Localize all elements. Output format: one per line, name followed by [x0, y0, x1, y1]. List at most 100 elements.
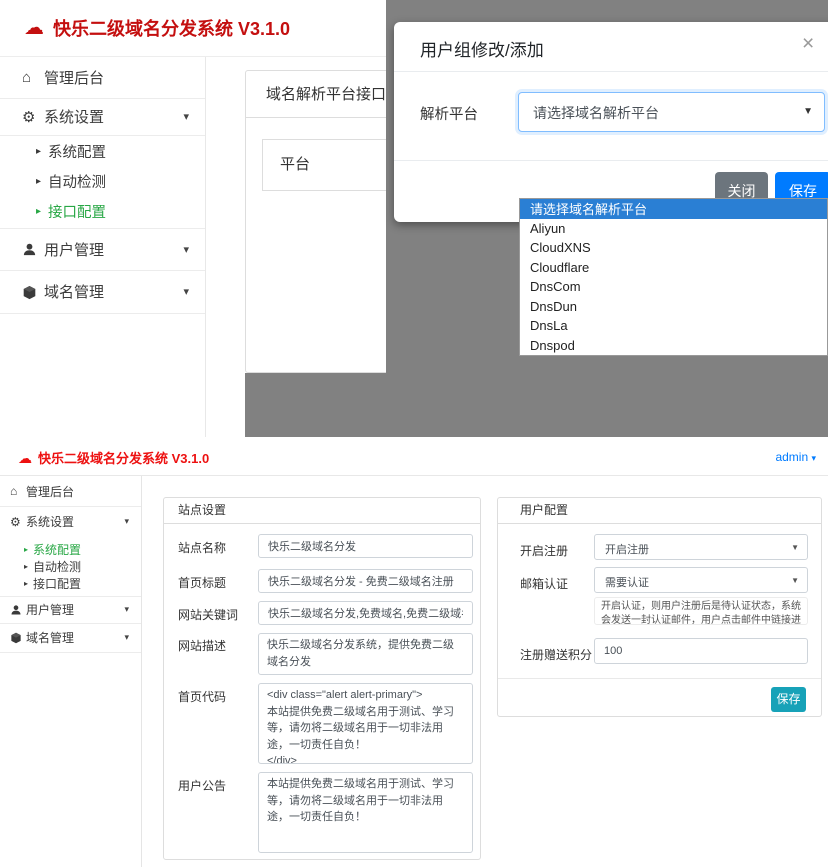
modal-title: 用户组修改/添加: [420, 36, 544, 61]
chevron-down-icon: ▾: [183, 285, 189, 298]
dropdown-option[interactable]: Aliyun: [520, 219, 827, 239]
field-label-email-auth: 邮箱认证: [520, 575, 568, 592]
modal-backdrop: [245, 373, 828, 437]
platform-dropdown-list: 请选择域名解析平台 Aliyun CloudXNS Cloudflare Dns…: [519, 198, 828, 356]
sidebar-item-label: 管理后台: [44, 67, 104, 88]
triangle-right-icon: ▸: [36, 146, 41, 157]
triangle-right-icon: ▸: [36, 176, 41, 187]
divider: [0, 313, 205, 314]
dropdown-option[interactable]: CloudXNS: [520, 238, 827, 258]
dropdown-option[interactable]: Dnspod: [520, 336, 827, 356]
divider: [0, 652, 141, 653]
sidebar-item-label: 用户管理: [44, 239, 104, 260]
cloud-icon: ☁: [24, 18, 44, 38]
gear-icon: ⚙: [10, 515, 26, 529]
app-title: 快乐二级域名分发系统 V3.1.0: [53, 15, 290, 41]
email-auth-select[interactable]: 需要认证 ▼: [594, 567, 808, 593]
chevron-down-icon: ▾: [124, 516, 129, 527]
gear-icon: ⚙: [22, 108, 44, 126]
sidebar-subitem-label: 自动检测: [33, 558, 81, 575]
sidebar-item-label: 系统设置: [44, 106, 104, 127]
user-icon: [22, 241, 44, 258]
sidebar-item-label: 域名管理: [44, 281, 104, 302]
sidebar: ⌂ 管理后台 ⚙ 系统设置 ▾ ▸ 系统配置 ▸ 自动检测 ▸ 接口配置 用户管…: [0, 476, 142, 867]
home-title-input[interactable]: [258, 569, 473, 593]
sidebar-item-domain-mgmt[interactable]: 域名管理 ▾: [0, 270, 205, 313]
field-label-home-code: 首页代码: [178, 688, 226, 705]
platform-select[interactable]: 请选择域名解析平台 ▼: [518, 92, 825, 132]
sidebar-subitem-system-config-active[interactable]: ▸ 系统配置: [0, 540, 141, 558]
sidebar-subitem-label: 自动检测: [48, 171, 106, 192]
sidebar-subitem-label: 接口配置: [48, 201, 106, 222]
sidebar-subitem-label: 系统配置: [33, 541, 81, 558]
sidebar-item-label: 管理后台: [26, 483, 74, 500]
register-select[interactable]: 开启注册 ▼: [594, 534, 808, 560]
field-label-user-notice: 用户公告: [178, 777, 226, 794]
keywords-input[interactable]: [258, 601, 473, 625]
home-code-textarea[interactable]: <div class="alert alert-primary"> 本站提供免费…: [258, 683, 473, 764]
sidebar-subitem-api-config[interactable]: ▸ 接口配置: [0, 574, 141, 592]
field-label-description: 网站描述: [178, 637, 226, 654]
dropdown-option[interactable]: DnsCom: [520, 277, 827, 297]
dropdown-option[interactable]: DnsLa: [520, 316, 827, 336]
app-brand[interactable]: ☁ 快乐二级域名分发系统 V3.1.0: [24, 15, 290, 41]
admin-username: admin: [775, 450, 808, 464]
panel-site-settings: 站点设置 站点名称 首页标题 网站关键词 网站描述 快乐二级域名分发系统，提供免…: [163, 497, 481, 860]
save-button[interactable]: 保存: [771, 687, 806, 712]
app-brand[interactable]: ☁ 快乐二级域名分发系统 V3.1.0: [18, 448, 209, 467]
sidebar-item-label: 域名管理: [26, 629, 74, 646]
field-label-site-name: 站点名称: [178, 539, 226, 556]
chevron-down-icon: ▼: [791, 576, 799, 585]
sidebar-subitem-auto-detect[interactable]: ▸ 自动检测: [0, 558, 141, 574]
sidebar-subitem-auto-detect[interactable]: ▸ 自动检测: [0, 167, 205, 196]
field-label-keywords: 网站关键词: [178, 606, 238, 623]
register-points-input[interactable]: [594, 638, 808, 664]
user-notice-textarea[interactable]: 本站提供免费二级域名用于测试、学习等，请勿将二级域名用于一切非法用途，一切责任自…: [258, 772, 473, 853]
panel-user-config: 用户配置 开启注册 开启注册 ▼ 邮箱认证 需要认证 ▼ 开启认证，则用户注册后…: [497, 497, 822, 717]
panel-title: 站点设置: [164, 498, 480, 524]
sidebar-item-admin-home[interactable]: ⌂ 管理后台: [0, 57, 205, 98]
sidebar-item-admin-home[interactable]: ⌂ 管理后台: [0, 476, 141, 506]
sidebar-subitem-label: 接口配置: [33, 575, 81, 592]
app-title: 快乐二级域名分发系统 V3.1.0: [38, 448, 209, 467]
sidebar-item-label: 用户管理: [26, 601, 74, 618]
panel-title: 用户配置: [498, 498, 821, 524]
admin-user-menu[interactable]: admin ▾: [775, 450, 816, 464]
user-icon: [10, 603, 26, 617]
sidebar-subitem-system-config[interactable]: ▸ 系统配置: [0, 137, 205, 166]
cloud-icon: ☁: [18, 451, 32, 465]
close-icon[interactable]: ×: [802, 33, 814, 54]
modal-user-group-edit: 用户组修改/添加 × 解析平台 请选择域名解析平台 ▼ 关闭 保存: [394, 22, 828, 222]
divider: [498, 678, 821, 679]
home-icon: ⌂: [10, 484, 26, 498]
field-label-home-title: 首页标题: [178, 574, 226, 591]
modal-header: 用户组修改/添加 ×: [394, 22, 828, 72]
field-label-register-points: 注册赠送积分: [520, 646, 592, 663]
chevron-down-icon: ▾: [124, 632, 129, 643]
select-value: 请选择域名解析平台: [533, 103, 659, 123]
dropdown-option[interactable]: DnsDun: [520, 297, 827, 317]
triangle-right-icon: ▸: [36, 206, 41, 217]
dropdown-option[interactable]: 请选择域名解析平台: [520, 199, 827, 219]
triangle-right-icon: ▸: [24, 562, 28, 571]
sidebar-item-user-mgmt[interactable]: 用户管理 ▾: [0, 596, 141, 623]
sidebar-item-system-settings[interactable]: ⚙ 系统设置 ▾: [0, 98, 205, 135]
sidebar: ⌂ 管理后台 ⚙ 系统设置 ▾ ▸ 系统配置 ▸ 自动检测 ▸ 接口配置 用户管…: [0, 57, 206, 437]
sidebar-item-label: 系统设置: [26, 513, 74, 530]
sidebar-item-domain-mgmt[interactable]: 域名管理 ▾: [0, 623, 141, 652]
bottom-header-bar: ☁ 快乐二级域名分发系统 V3.1.0 admin ▾: [0, 437, 828, 476]
chevron-down-icon: ▼: [791, 543, 799, 552]
chevron-down-icon: ▾: [124, 604, 129, 615]
box-icon: [22, 283, 44, 300]
dropdown-option[interactable]: Cloudflare: [520, 258, 827, 278]
sidebar-subitem-api-config-active[interactable]: ▸ 接口配置: [0, 196, 205, 227]
triangle-right-icon: ▸: [24, 579, 28, 588]
email-auth-help-text: 开启认证，则用户注册后是待认证状态，系统会发送一封认证邮件，用户点击邮件中链接进…: [594, 597, 808, 625]
chevron-down-icon: ▾: [811, 453, 816, 463]
triangle-right-icon: ▸: [24, 545, 28, 554]
site-name-input[interactable]: [258, 534, 473, 558]
chevron-down-icon: ▾: [183, 110, 189, 123]
sidebar-item-user-mgmt[interactable]: 用户管理 ▾: [0, 228, 205, 270]
sidebar-item-system-settings[interactable]: ⚙ 系统设置 ▾: [0, 506, 141, 537]
description-textarea[interactable]: 快乐二级域名分发系统，提供免费二级域名分发: [258, 633, 473, 675]
